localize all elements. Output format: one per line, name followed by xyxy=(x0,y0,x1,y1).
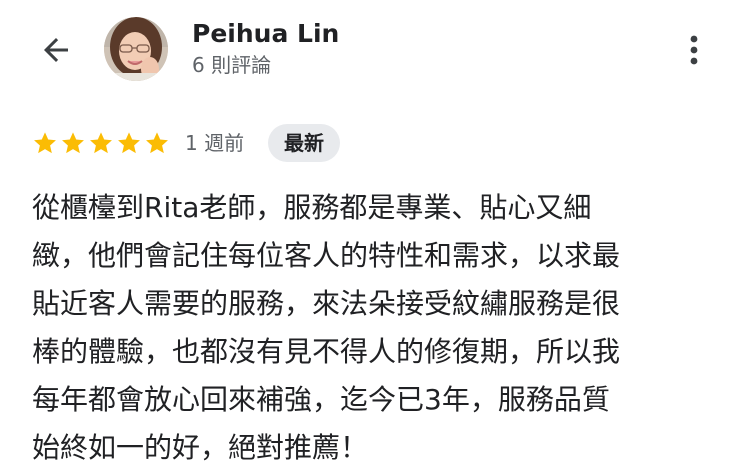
latest-badge: 最新 xyxy=(268,124,340,162)
review-count: 6 則評論 xyxy=(192,53,272,77)
star-rating xyxy=(32,130,170,156)
review-text-line: 貼近客人需要的服務，來法朵接受紋繡服務是很 xyxy=(32,287,621,320)
star-icon xyxy=(62,132,84,154)
arrow-back-icon xyxy=(44,38,68,62)
back-button[interactable] xyxy=(34,28,78,72)
star-icon xyxy=(90,132,112,154)
more-options-button[interactable] xyxy=(676,28,712,72)
review-text-line: 從櫃檯到Rita老師，服務都是專業、貼心又細 xyxy=(32,191,592,224)
review-time: 1 週前 xyxy=(185,131,245,155)
avatar-photo xyxy=(104,17,168,81)
star-icon xyxy=(34,132,56,154)
star-icon xyxy=(118,132,140,154)
review-text-line: 棒的體驗，也都沒有見不得人的修復期，所以我 xyxy=(32,335,621,368)
review-text-line: 緻，他們會記住每位客人的特性和需求，以求最 xyxy=(32,239,621,272)
review-text-line: 始終如一的好，絕對推薦！ xyxy=(32,431,369,464)
review-text-line: 每年都會放心回來補強，迄今已3年，服務品質 xyxy=(32,383,610,416)
star-icon xyxy=(146,132,168,154)
more-vert-icon xyxy=(690,35,698,65)
review-text: 從櫃檯到Rita老師，服務都是專業、貼心又細 緻，他們會記住每位客人的特性和需求，… xyxy=(32,184,718,472)
reviewer-name[interactable]: Peihua Lin xyxy=(192,18,339,50)
avatar[interactable] xyxy=(104,17,168,81)
